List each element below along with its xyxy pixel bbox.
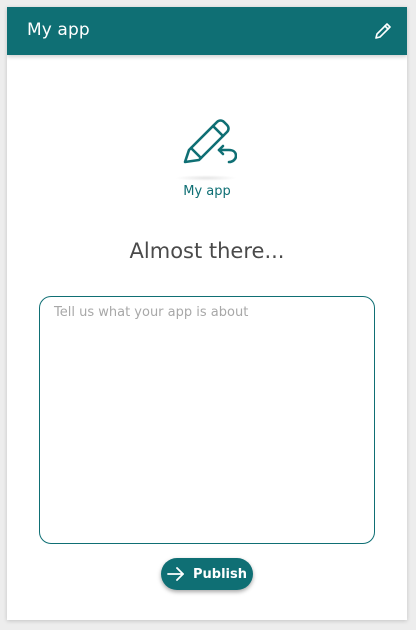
app-window: My app My app Almost there... Tell us wh… [7, 7, 407, 620]
publish-label: Publish [193, 566, 247, 582]
app-name: My app [183, 184, 231, 199]
header-title: My app [27, 20, 90, 40]
header-bar: My app [7, 7, 407, 55]
pencil-icon[interactable] [371, 19, 395, 43]
app-description-input[interactable] [39, 296, 375, 544]
pencil-undo-icon [181, 114, 238, 170]
publish-button[interactable]: Publish [161, 558, 253, 590]
page-heading: Almost there... [129, 239, 285, 263]
arrow-right-icon [167, 567, 185, 581]
app-icon-shadow [175, 175, 237, 181]
